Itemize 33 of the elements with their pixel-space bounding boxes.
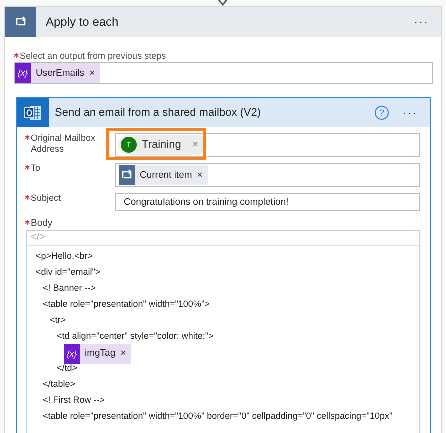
remove-token-button[interactable]: × <box>197 170 203 180</box>
code-line: <table role="presentation" width="100%"> <box>43 298 211 311</box>
more-options-button[interactable]: ··· <box>403 106 430 120</box>
input-field[interactable]: Congratulations on training completion! <box>115 193 420 211</box>
code-line: <! Banner --> <box>43 282 98 295</box>
code-line: <div id="email"> <box>36 266 102 279</box>
field-label: Body <box>31 218 53 229</box>
remove-token-button[interactable]: × <box>90 68 96 78</box>
code-line: <table role="presentation" width="100%" border="0" cellpadding="0" cellspacing="10px" <box>43 410 394 423</box>
field-label: Subject <box>31 193 62 204</box>
code-line: <! First Row --> <box>43 394 106 407</box>
code-line: </td> <box>57 362 79 375</box>
field-label: Original Mailbox Address <box>31 133 97 155</box>
remove-token-button[interactable]: × <box>120 346 126 362</box>
input-field[interactable]: Current item × <box>115 163 420 187</box>
loop-icon <box>119 165 135 185</box>
code-line: <td align="center" style="color: white;"> <box>57 330 215 343</box>
variable-token[interactable]: {x} UserEmails × <box>15 63 100 83</box>
code-line: </table> <box>43 378 77 391</box>
loop-item-token[interactable]: Current item × <box>119 165 208 185</box>
more-options-button[interactable]: ··· <box>414 15 441 29</box>
field-label: Select an output from previous steps <box>20 51 166 61</box>
variable-icon: {x} <box>64 344 80 364</box>
subject-value: Congratulations on training completion! <box>123 196 289 208</box>
action-title: Send an email from a shared mailbox (V2) <box>54 106 262 118</box>
input-field[interactable]: {x} UserEmails × <box>14 62 433 84</box>
arrow-down-icon <box>218 0 228 6</box>
code-line: <tr> <box>50 314 68 327</box>
loop-title: Apply to each <box>45 15 120 29</box>
variable-token[interactable]: {x} imgTag × <box>64 344 132 364</box>
field-label: To <box>31 163 41 174</box>
variable-icon: {x} <box>15 63 31 83</box>
code-line: <p>Hello,<br> <box>36 250 94 263</box>
